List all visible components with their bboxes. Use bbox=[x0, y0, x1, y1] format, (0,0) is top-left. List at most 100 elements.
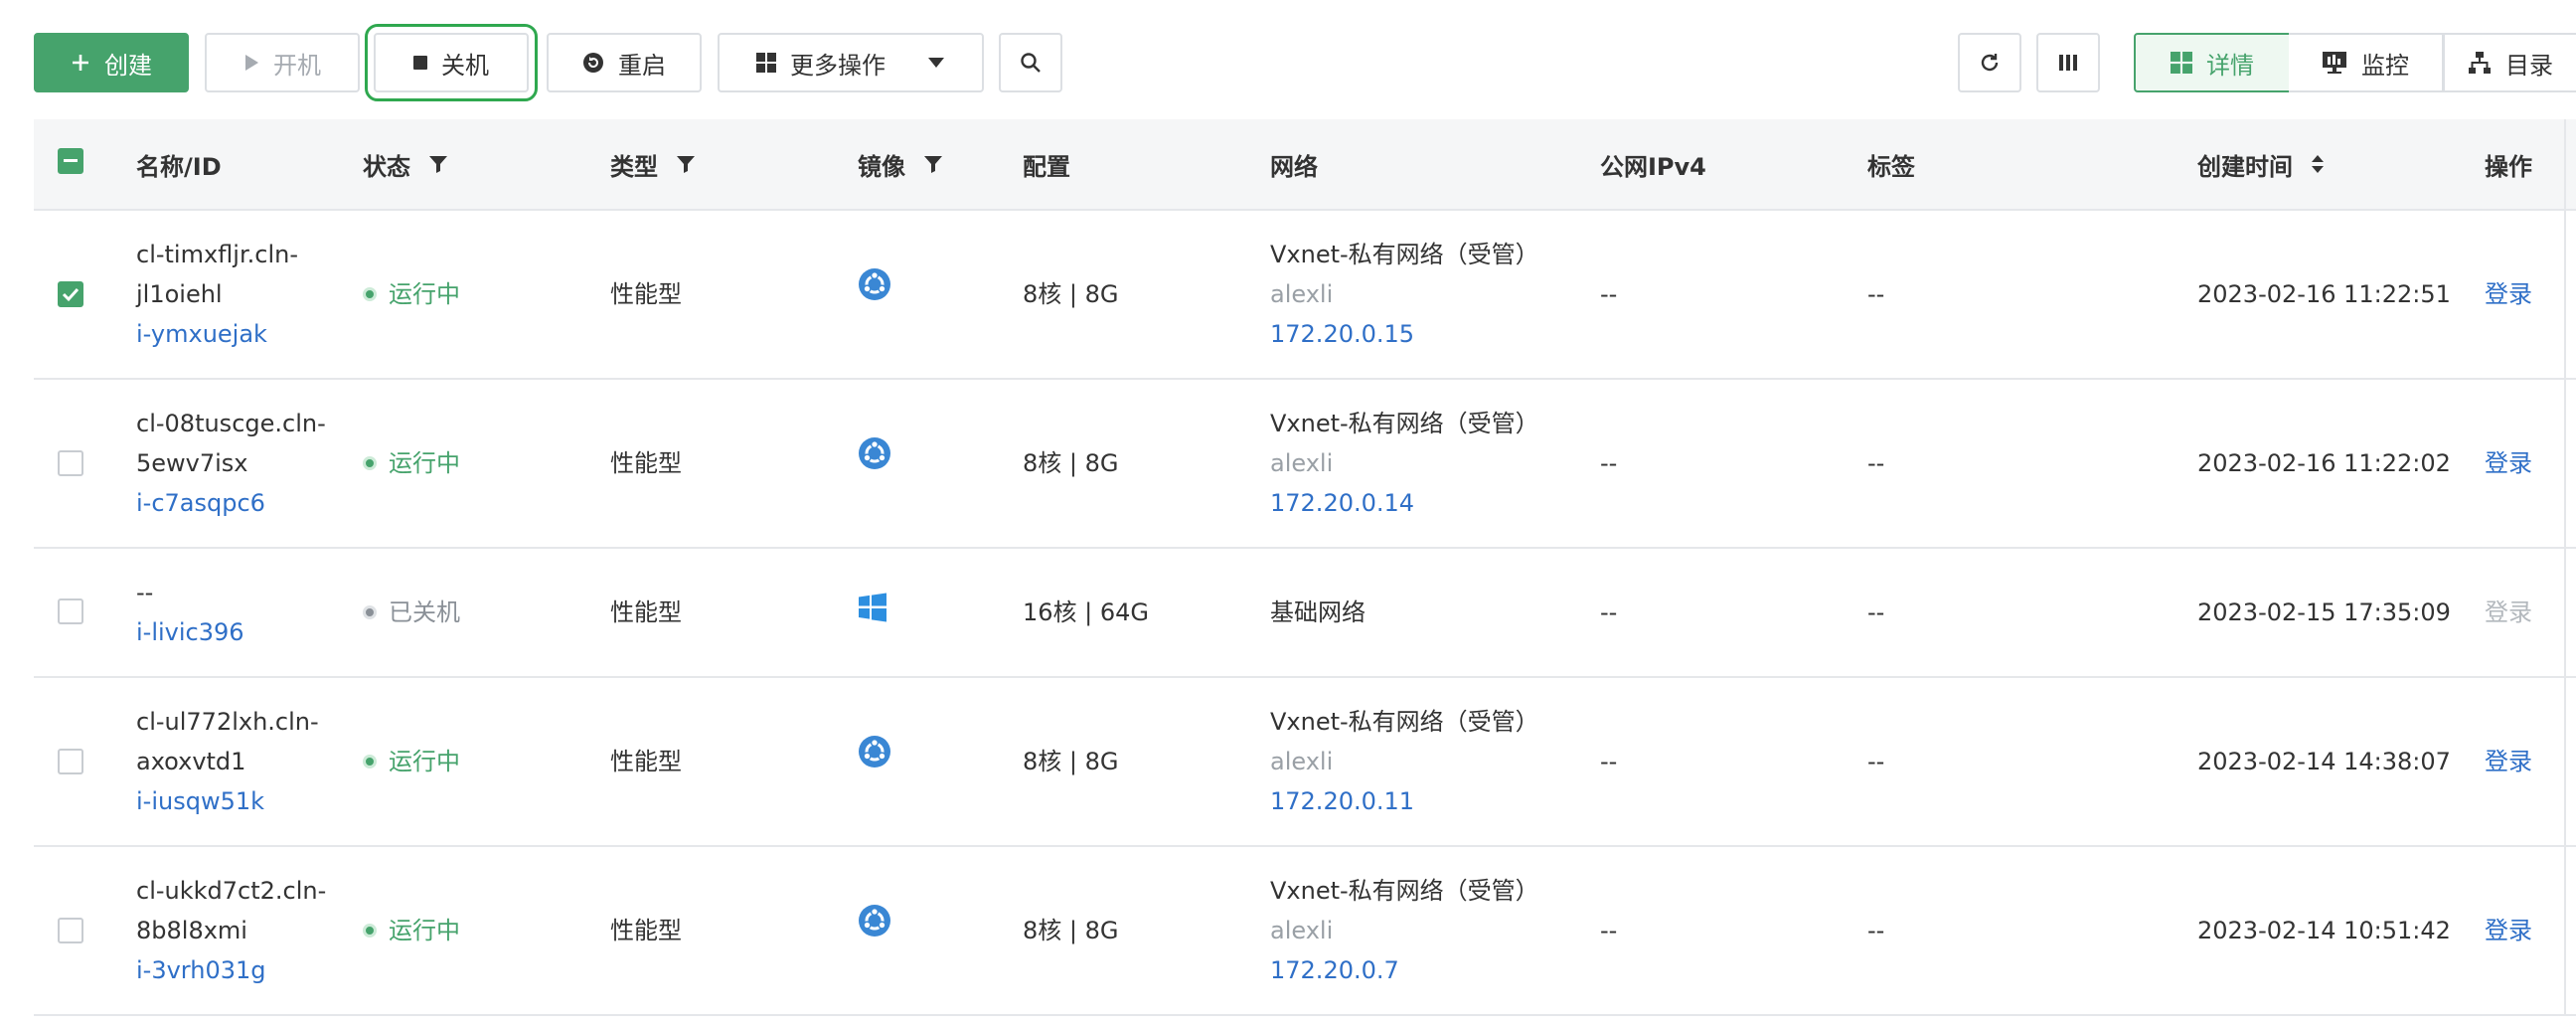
private-ip-link[interactable]: 172.20.0.15 bbox=[1270, 314, 1539, 354]
ubuntu-icon bbox=[859, 437, 890, 469]
network-owner: alexli bbox=[1270, 449, 1334, 477]
search-button[interactable] bbox=[999, 33, 1062, 92]
login-link[interactable]: 登录 bbox=[2485, 742, 2532, 781]
header-tags: 标签 bbox=[1867, 152, 1915, 181]
network-owner: alexli bbox=[1270, 748, 1334, 775]
status-badge: 运行中 bbox=[363, 911, 460, 950]
table-row: cl-ukkd7ct2.cln- 8b8l8xmi i-3vrh031g 运行中… bbox=[34, 847, 2576, 1016]
table-row: cl-08tuscge.cln- 5ewv7isx i-c7asqpc6 运行中… bbox=[34, 380, 2576, 549]
instance-name: cl-timxfljr.cln- bbox=[136, 241, 298, 268]
network-owner: alexli bbox=[1270, 280, 1334, 308]
login-link[interactable]: 登录 bbox=[2485, 443, 2532, 483]
created-cell: 2023-02-15 17:35:09 bbox=[2197, 598, 2451, 626]
type-cell: 性能型 bbox=[610, 598, 682, 626]
view-details-tab[interactable]: 详情 bbox=[2134, 33, 2291, 92]
instance-name-cell: cl-ukkd7ct2.cln- 8b8l8xmi i-3vrh031g bbox=[136, 871, 326, 990]
ipv4-cell: -- bbox=[1600, 280, 1618, 308]
refresh-button[interactable] bbox=[1958, 33, 2021, 92]
config-cell: 8核 | 8G bbox=[1023, 917, 1119, 944]
search-icon bbox=[1021, 53, 1041, 73]
instance-name-cell: cl-timxfljr.cln- jl1oiehl i-ymxuejak bbox=[136, 235, 298, 354]
header-created: 创建时间 bbox=[2197, 119, 2325, 209]
tags-cell: -- bbox=[1867, 598, 1885, 626]
plus-icon bbox=[73, 55, 88, 71]
ubuntu-icon bbox=[859, 268, 890, 300]
view-catalog-tab[interactable]: 目录 bbox=[2443, 33, 2576, 92]
header-config: 配置 bbox=[1023, 152, 1070, 181]
private-ip-link[interactable]: 172.20.0.11 bbox=[1270, 781, 1539, 821]
image-cell bbox=[858, 593, 887, 634]
row-checkbox[interactable] bbox=[58, 281, 83, 307]
stop-button[interactable]: 关机 bbox=[365, 24, 538, 101]
config-cell: 8核 | 8G bbox=[1023, 449, 1119, 477]
create-button[interactable]: 创建 bbox=[34, 33, 189, 92]
table-right-border bbox=[2564, 119, 2566, 1014]
network-owner: alexli bbox=[1270, 917, 1334, 944]
private-ip-link[interactable]: 172.20.0.14 bbox=[1270, 483, 1539, 523]
instance-name-cell: cl-ul772lxh.cln- axoxvtd1 i-iusqw51k bbox=[136, 702, 319, 821]
ipv4-cell: -- bbox=[1600, 449, 1618, 477]
tags-cell: -- bbox=[1867, 449, 1885, 477]
header-type: 类型 bbox=[610, 119, 696, 209]
instance-id-link[interactable]: i-3vrh031g bbox=[136, 950, 326, 990]
stop-icon bbox=[413, 56, 427, 70]
header-name: 名称/ID bbox=[136, 152, 222, 181]
instance-name: cl-ul772lxh.cln- bbox=[136, 708, 319, 736]
more-actions-button[interactable]: 更多操作 bbox=[718, 33, 984, 92]
filter-icon[interactable] bbox=[428, 154, 448, 174]
caret-down-icon bbox=[928, 58, 944, 68]
network-cell: Vxnet-私有网络（受管） alexli 172.20.0.14 bbox=[1270, 404, 1539, 523]
restart-icon bbox=[583, 53, 603, 73]
login-link[interactable]: 登录 bbox=[2485, 911, 2532, 950]
config-cell: 16核 | 64G bbox=[1023, 598, 1150, 626]
status-dot bbox=[363, 924, 377, 938]
created-cell: 2023-02-16 11:22:51 bbox=[2197, 280, 2451, 308]
select-all-checkbox[interactable] bbox=[58, 148, 83, 174]
login-link-disabled: 登录 bbox=[2485, 598, 2532, 626]
status-dot bbox=[363, 755, 377, 768]
restart-button[interactable]: 重启 bbox=[547, 33, 702, 92]
network-name: Vxnet-私有网络（受管） bbox=[1270, 410, 1539, 437]
instances-table: 名称/ID 状态 类型 镜像 配置 网络 公网IPv4 标签 创建时间 操作 c… bbox=[34, 119, 2576, 1016]
image-cell bbox=[858, 436, 891, 482]
instance-name-cont: axoxvtd1 bbox=[136, 748, 246, 775]
ipv4-cell: -- bbox=[1600, 748, 1618, 775]
ubuntu-icon bbox=[859, 905, 890, 937]
start-button[interactable]: 开机 bbox=[205, 33, 360, 92]
row-checkbox[interactable] bbox=[58, 450, 83, 476]
header-status: 状态 bbox=[363, 119, 448, 209]
instance-id-link[interactable]: i-ymxuejak bbox=[136, 314, 298, 354]
image-cell bbox=[858, 904, 891, 949]
instance-id-link[interactable]: i-c7asqpc6 bbox=[136, 483, 326, 523]
row-checkbox[interactable] bbox=[58, 918, 83, 943]
header-actions: 操作 bbox=[2485, 152, 2532, 181]
instance-name: cl-08tuscge.cln- bbox=[136, 410, 326, 437]
filter-icon[interactable] bbox=[923, 154, 943, 174]
type-cell: 性能型 bbox=[610, 917, 682, 944]
row-checkbox[interactable] bbox=[58, 598, 83, 624]
config-cell: 8核 | 8G bbox=[1023, 280, 1119, 308]
table-row: cl-timxfljr.cln- jl1oiehl i-ymxuejak 运行中… bbox=[34, 211, 2576, 380]
network-name: Vxnet-私有网络（受管） bbox=[1270, 241, 1539, 268]
private-ip-link[interactable]: 172.20.0.7 bbox=[1270, 950, 1539, 990]
image-cell bbox=[858, 267, 891, 313]
network-cell: Vxnet-私有网络（受管） alexli 172.20.0.7 bbox=[1270, 871, 1539, 990]
login-link[interactable]: 登录 bbox=[2485, 274, 2532, 314]
instance-name-cont: jl1oiehl bbox=[136, 280, 223, 308]
created-cell: 2023-02-14 10:51:42 bbox=[2197, 917, 2451, 944]
header-ipv4: 公网IPv4 bbox=[1600, 152, 1706, 181]
row-checkbox[interactable] bbox=[58, 749, 83, 774]
status-badge: 运行中 bbox=[363, 274, 460, 314]
grid-icon bbox=[2171, 52, 2192, 74]
columns-button[interactable] bbox=[2036, 33, 2100, 92]
created-cell: 2023-02-16 11:22:02 bbox=[2197, 449, 2451, 477]
filter-icon[interactable] bbox=[676, 154, 696, 174]
instance-id-link[interactable]: i-livic396 bbox=[136, 612, 244, 652]
play-icon bbox=[245, 55, 258, 71]
sort-icon[interactable] bbox=[2311, 153, 2325, 175]
view-monitor-tab[interactable]: 监控 bbox=[2289, 33, 2444, 92]
status-badge: 运行中 bbox=[363, 443, 460, 483]
instance-id-link[interactable]: i-iusqw51k bbox=[136, 781, 319, 821]
network-cell: Vxnet-私有网络（受管） alexli 172.20.0.15 bbox=[1270, 235, 1539, 354]
tags-cell: -- bbox=[1867, 748, 1885, 775]
